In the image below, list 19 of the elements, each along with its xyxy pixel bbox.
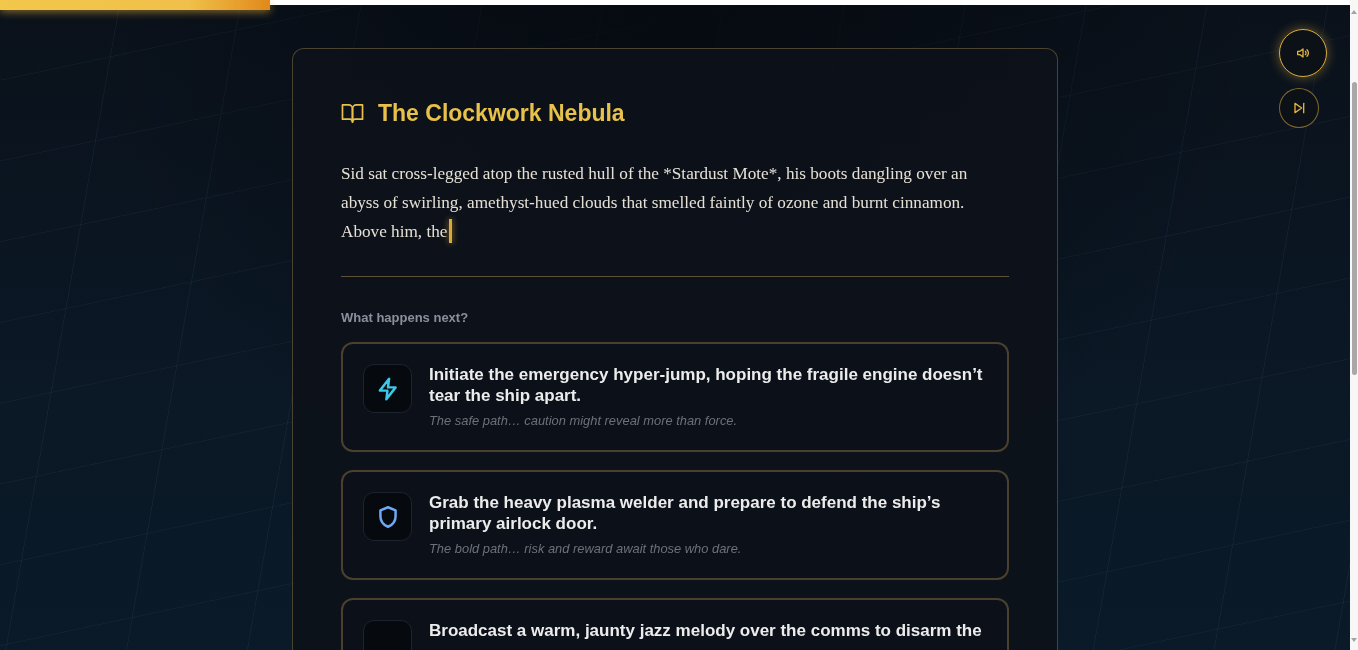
prompt-label: What happens next? — [341, 309, 470, 327]
skip-forward-icon — [1291, 100, 1307, 116]
choice-title: Grab the heavy plasma welder and prepare to defend the ship’s primary airlock door. — [429, 492, 942, 534]
choice-card[interactable]: Initiate the emergency hyper-jump, hoping the fragile engine doesn’t tear the ship apart. The safe path… caution might reveal more than force. — [341, 342, 1009, 452]
choice-title: Broadcast a warm, jaunty jazz melody over the comms to disarm the — [429, 620, 983, 641]
scroll-down-arrow-icon[interactable] — [1351, 638, 1357, 642]
scrollbar[interactable] — [1350, 0, 1358, 650]
shield-icon — [363, 492, 412, 541]
scrollbar-thumb[interactable] — [1351, 82, 1357, 375]
choice-card[interactable]: Broadcast a warm, jaunty jazz melody over the comms to disarm the — [341, 598, 1009, 650]
choice-hint: The bold path… risk and reward await those who dare. — [429, 540, 743, 558]
choice-card[interactable]: Grab the heavy plasma welder and prepare to defend the ship’s primary airlock door. The bold path… risk and reward await those who dare. — [341, 470, 1009, 580]
choice-hint: The safe path… caution might reveal more than force. — [429, 412, 739, 430]
choice-title: Initiate the emergency hyper-jump, hoping the fragile engine doesn’t tear the ship apart. — [429, 364, 984, 406]
lightning-icon — [363, 364, 412, 413]
story-title: The Clockwork Nebula — [378, 99, 625, 128]
story-text: Sid sat cross-legged atop the rusted hull of the *Stardust Mote*, his boots dangling over an abyss of swirling, amethyst-hued clouds that smelled faintly of ozone and burnt cinnamon. Above him, the — [341, 164, 968, 241]
open-book-icon — [341, 102, 364, 124]
scroll-up-arrow-icon[interactable] — [1351, 10, 1357, 14]
